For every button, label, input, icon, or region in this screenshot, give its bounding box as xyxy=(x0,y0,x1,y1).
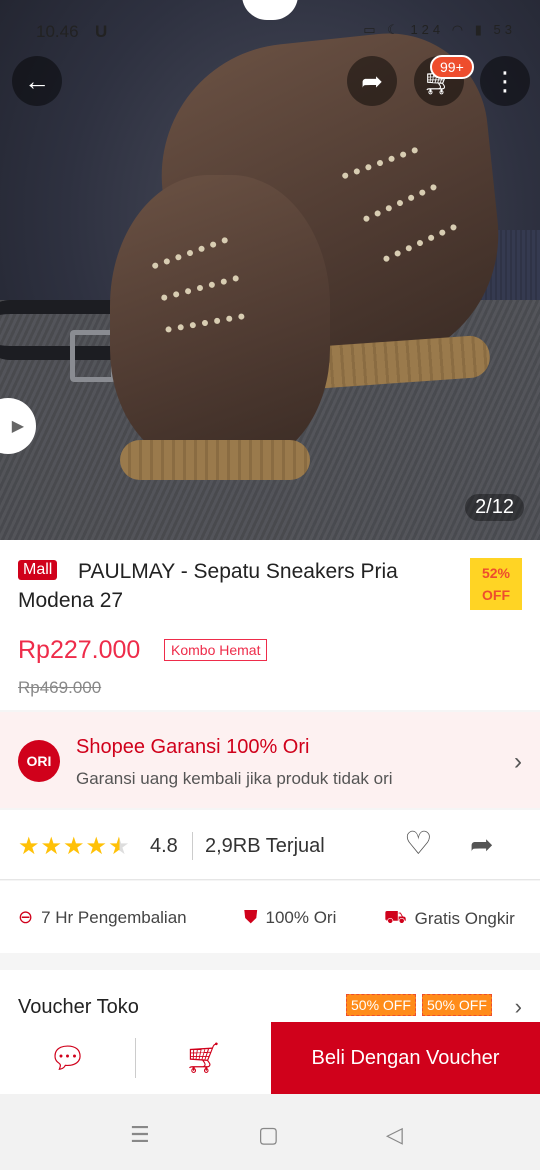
status-time: 10.46 xyxy=(36,22,79,41)
chevron-right-icon: › xyxy=(514,994,522,1019)
feature-free-shipping[interactable]: ⛟ Gratis Ongkir xyxy=(384,907,515,931)
image-counter: 2/12 xyxy=(465,494,524,521)
buy-with-voucher-button[interactable]: Beli Dengan Voucher xyxy=(271,1022,540,1094)
favorite-button[interactable]: ♡ xyxy=(404,824,433,862)
guarantee-banner[interactable]: ORI Shopee Garansi 100% Ori Garansi uang… xyxy=(0,712,540,808)
product-price: Rp227.000 xyxy=(18,636,141,664)
more-vertical-icon: ⋮ xyxy=(492,65,518,96)
share-button[interactable]: ➦ xyxy=(347,56,397,106)
heart-icon: ♡ xyxy=(404,825,433,861)
sold-count: 2,9RB Terjual xyxy=(205,835,325,857)
add-to-cart-button[interactable]: 🛒︎ xyxy=(136,1022,271,1094)
guarantee-title: Shopee Garansi 100% Ori xyxy=(76,736,310,758)
status-bar: 10.46 U ▭ ☾ 124 ◠ ▮ 53 xyxy=(0,0,540,60)
discount-badge: 52% OFF xyxy=(470,558,522,610)
share-icon: ➦ xyxy=(470,829,494,860)
cart-badge: 99+ xyxy=(430,55,474,79)
chat-icon: 💬︎ xyxy=(48,1041,87,1075)
network-speed: 124 xyxy=(410,22,445,37)
shield-check-icon: ⛊ xyxy=(244,907,258,927)
product-info: PAULMAY - Sepatu Sneakers Pria Modena 27… xyxy=(0,540,540,710)
chat-button[interactable]: 💬︎ xyxy=(0,1022,135,1094)
moon-icon: ☾ xyxy=(387,22,403,37)
voucher-label: Voucher Toko xyxy=(18,996,139,1018)
return-icon: ⊖ xyxy=(18,907,34,927)
original-price: Rp469.000 xyxy=(18,678,102,697)
feature-original[interactable]: ⛊ 100% Ori xyxy=(244,907,336,928)
star-rating-icon: ★★★★★ xyxy=(18,833,131,860)
shoe-front-sole xyxy=(120,440,310,480)
cart-add-icon: 🛒︎ xyxy=(184,1041,223,1075)
rating-value: 4.8 xyxy=(150,835,178,857)
cast-icon: ▭ xyxy=(363,22,380,37)
voucher-tag: 50% OFF xyxy=(422,994,492,1016)
promo-tag[interactable]: Kombo Hemat xyxy=(164,639,268,661)
signal-icon: ▮ xyxy=(474,22,486,37)
rating-row: ★★★★★ 4.8 2,9RB Terjual ♡ ➦ xyxy=(0,810,540,880)
chevron-right-icon: › xyxy=(514,748,522,775)
voucher-tag: 50% OFF xyxy=(346,994,416,1016)
more-options-button[interactable]: ⋮ xyxy=(480,56,530,106)
home-icon[interactable]: ▢ xyxy=(258,1122,279,1148)
mall-badge: Mall xyxy=(18,560,58,580)
feature-label: 100% Ori xyxy=(265,907,337,927)
discount-label: OFF xyxy=(482,587,510,603)
divider xyxy=(192,832,193,860)
back-triangle-icon[interactable]: ◁ xyxy=(386,1122,403,1148)
voucher-row[interactable]: Voucher Toko 50% OFF 50% OFF › xyxy=(0,970,540,1024)
features-row: ⊖ 7 Hr Pengembalian ⛊ 100% Ori ⛟ Gratis … xyxy=(0,881,540,953)
feature-label: Gratis Ongkir xyxy=(414,909,515,928)
share-icon: ➦ xyxy=(361,65,383,96)
feature-return[interactable]: ⊖ 7 Hr Pengembalian xyxy=(18,907,187,928)
feature-label: 7 Hr Pengembalian xyxy=(41,907,187,927)
share-product-button[interactable]: ➦ xyxy=(470,828,493,861)
arrow-left-icon: ← xyxy=(24,65,50,96)
guarantee-subtitle: Garansi uang kembali jika produk tidak o… xyxy=(76,769,393,788)
ori-icon: ORI xyxy=(18,740,60,782)
wifi-icon: ◠ xyxy=(451,22,468,37)
battery-icon: 53 xyxy=(493,22,516,37)
discount-percent: 52% xyxy=(481,565,511,581)
truck-icon: ⛟ xyxy=(384,907,407,927)
menu-icon[interactable]: ☰ xyxy=(130,1122,150,1148)
carrier-icon: U xyxy=(95,22,108,41)
system-nav-bar: ☰ ▢ ◁ xyxy=(0,1094,540,1170)
back-button[interactable]: ← xyxy=(12,56,62,106)
play-icon: ▶ xyxy=(11,418,24,435)
product-title: PAULMAY - Sepatu Sneakers Pria Modena 27 xyxy=(18,560,398,612)
status-icons: ▭ ☾ 124 ◠ ▮ 53 xyxy=(363,22,516,38)
bottom-action-bar: 💬︎ 🛒︎ Beli Dengan Voucher xyxy=(0,1022,540,1094)
